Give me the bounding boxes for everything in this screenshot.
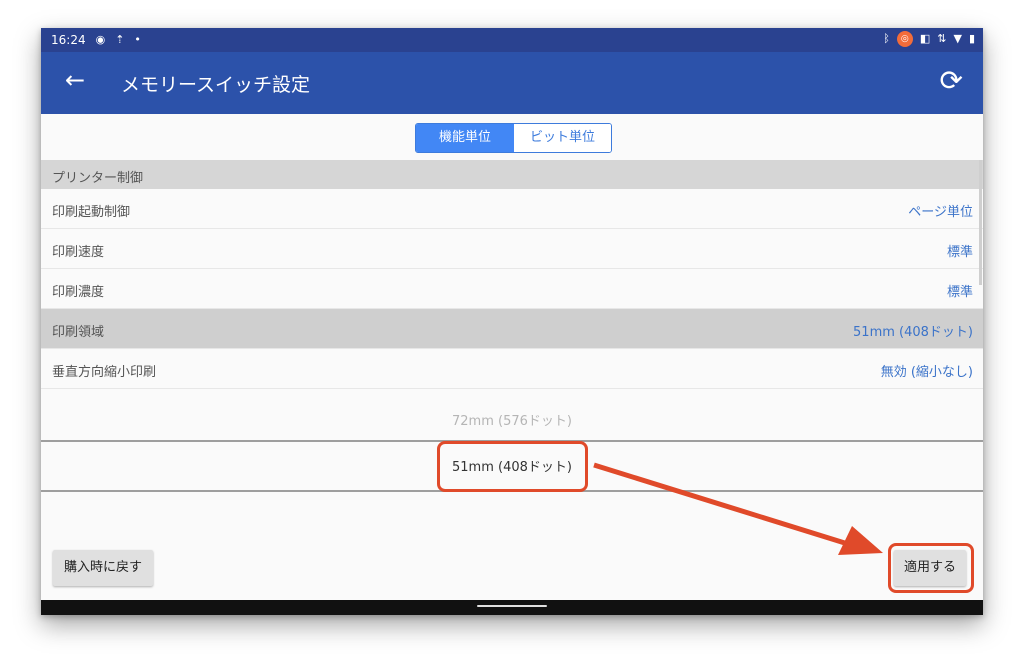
back-arrow-icon[interactable]: ← [65,66,85,94]
highlight-box-apply-button [888,543,974,593]
setting-value: 標準 [946,285,973,300]
setting-value: ページ単位 [908,205,973,220]
setting-value: 標準 [946,245,973,260]
location-icon: ◉ [95,33,106,46]
status-time: 16:24 [51,33,86,47]
app-badge-icon: ◎ [896,31,913,47]
wifi-icon: ▼ [953,32,962,45]
page-title: メモリースイッチ設定 [121,74,311,96]
setting-row-print-start[interactable]: 印刷起動制御 ページ単位 [41,189,983,229]
setting-row-print-speed[interactable]: 印刷速度 標準 [41,229,983,269]
setting-value: 無効 (縮小なし) [880,365,973,380]
reset-to-default-button[interactable]: 購入時に戻す [53,550,153,586]
setting-row-print-area[interactable]: 印刷領域 51mm (408ドット) [41,309,983,349]
segment-bit-unit[interactable]: ビット単位 [514,124,611,152]
setting-label: 垂直方向縮小印刷 [52,365,157,380]
navigation-bar [41,600,983,615]
setting-label: 印刷速度 [52,245,105,260]
section-header-label: プリンター制御 [52,171,144,186]
vibrate-icon: ◧ [919,32,931,45]
home-handle[interactable] [477,605,547,607]
setting-value: 51mm (408ドット) [853,325,973,340]
app-bar: ← メモリースイッチ設定 ⟳ [41,52,983,114]
battery-icon: ▮ [968,32,975,45]
dot-icon: • [134,33,141,46]
section-header-printer-control: プリンター制御 [41,160,983,189]
mode-segmented-control: 機能単位 ビット単位 [415,123,612,153]
upload-icon: ⇡ [115,33,125,46]
setting-row-print-density[interactable]: 印刷濃度 標準 [41,269,983,309]
list-scrollbar[interactable] [979,160,982,285]
highlight-box-selected-option [437,441,588,492]
setting-label: 印刷濃度 [52,285,105,300]
data-icon: ⇅ [937,32,947,45]
picker-option-72mm[interactable]: 72mm (576ドット) [41,410,983,429]
setting-row-vertical-reduction[interactable]: 垂直方向縮小印刷 無効 (縮小なし) [41,349,983,389]
status-bar: 16:24 ◉ ⇡ • ᛒ ◎ ◧ ⇅ ▼ ▮ [41,28,983,52]
setting-label: 印刷領域 [52,325,105,340]
segment-function-unit[interactable]: 機能単位 [416,124,514,152]
bluetooth-icon: ᛒ [883,32,890,45]
settings-list: プリンター制御 印刷起動制御 ページ単位 印刷速度 標準 印刷濃度 標準 印刷領… [41,160,983,389]
tablet-screen: 16:24 ◉ ⇡ • ᛒ ◎ ◧ ⇅ ▼ ▮ ← メモリースイッチ設定 ⟳ 機… [41,28,983,615]
setting-label: 印刷起動制御 [52,205,131,220]
refresh-icon[interactable]: ⟳ [940,64,963,97]
